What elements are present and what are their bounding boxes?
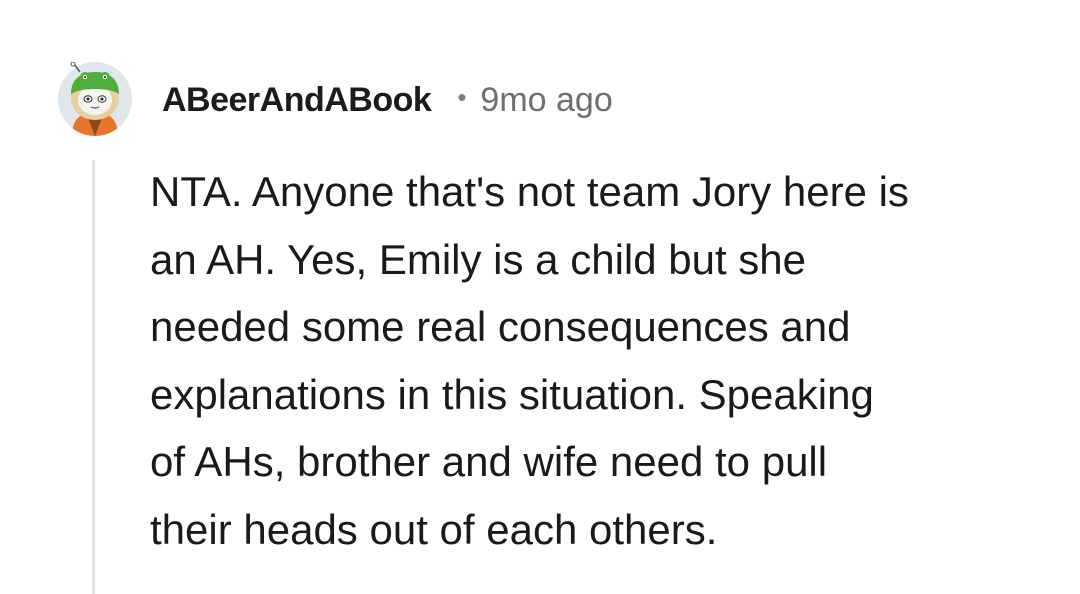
comment-body-line: of AHs, brother and wife need to pull — [150, 438, 828, 486]
comment: ABeerAndABook • 9mo ago NTA. Anyone that… — [0, 0, 1080, 594]
meta-separator: • — [457, 81, 467, 112]
comment-body-line: NTA. Anyone that's not team Jory here is — [150, 168, 909, 215]
comment-body-line: explanations in this situation. Speaking — [150, 370, 874, 418]
comment-body-line: needed some real consequences and — [150, 303, 851, 351]
comment-body: NTA. Anyone that's not team Jory here is… — [150, 158, 1050, 564]
user-avatar[interactable] — [58, 62, 132, 136]
comment-body-line: their heads out of each others. — [150, 505, 718, 553]
comment-body-line: an AH. Yes, Emily is a child but she — [150, 235, 807, 283]
thread-collapse-line[interactable] — [92, 160, 95, 594]
comment-header: ABeerAndABook • 9mo ago — [162, 76, 613, 124]
snoo-avatar-icon — [58, 62, 132, 136]
comment-timestamp[interactable]: 9mo ago — [480, 81, 612, 120]
username-link[interactable]: ABeerAndABook — [162, 81, 432, 120]
